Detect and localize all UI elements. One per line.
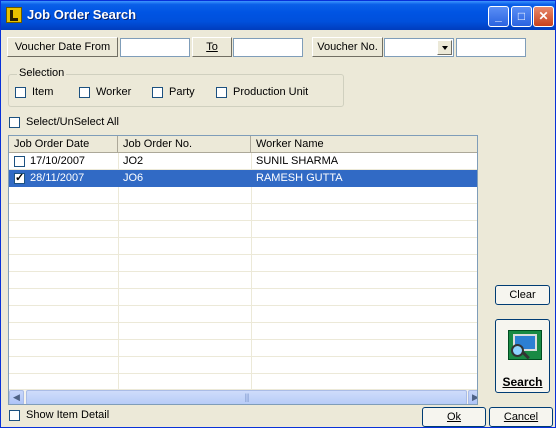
empty-row (9, 187, 477, 204)
job-order-grid[interactable]: Job Order Date Job Order No. Worker Name… (8, 135, 478, 405)
selection-party-label: Party (169, 86, 195, 98)
cell-worker-name: SUNIL SHARMA (256, 155, 339, 167)
date-from-input[interactable] (120, 38, 190, 57)
grid-header: Job Order Date Job Order No. Worker Name (9, 136, 477, 153)
close-button[interactable]: ✕ (533, 6, 554, 27)
empty-row (9, 272, 477, 289)
magnifier-icon (511, 344, 524, 357)
selection-worker-checkbox[interactable]: Worker (79, 86, 131, 98)
search-computer-icon (508, 330, 542, 360)
checkbox-icon (9, 116, 20, 128)
selection-worker-label: Worker (96, 86, 132, 98)
selection-item-checkbox[interactable]: Item (15, 86, 53, 98)
voucher-date-from-label: Voucher Date From (7, 37, 118, 57)
cell-job-order-no: JO2 (123, 155, 144, 167)
cell-job-order-no: JO6 (123, 172, 144, 184)
scroll-left-icon[interactable]: ◀ (9, 390, 24, 404)
selection-item-label: Item (32, 86, 54, 98)
checkbox-icon (79, 86, 90, 98)
voucher-no-combo[interactable] (384, 38, 454, 57)
app-icon (6, 7, 22, 23)
empty-row (9, 204, 477, 221)
empty-row (9, 323, 477, 340)
selection-group: Selection Item Worker Party Production U… (8, 67, 344, 107)
selection-party-checkbox[interactable]: Party (152, 86, 195, 98)
row-checkbox[interactable] (14, 156, 25, 167)
maximize-button[interactable]: □ (511, 6, 532, 27)
search-button[interactable]: Search (495, 319, 550, 393)
to-button[interactable]: To (192, 37, 232, 57)
checkbox-icon (152, 86, 163, 98)
empty-row (9, 340, 477, 357)
search-button-label: Search (502, 375, 543, 389)
clear-button[interactable]: Clear (495, 285, 550, 305)
chevron-down-icon[interactable] (437, 40, 452, 55)
scrollbar-thumb[interactable]: ||| (26, 390, 467, 404)
column-header-job-order-date[interactable]: Job Order Date (9, 136, 118, 153)
voucher-no-label: Voucher No. (312, 37, 383, 57)
column-header-worker-name[interactable]: Worker Name (251, 136, 477, 153)
cell-job-order-date: 28/11/2007 (30, 172, 85, 184)
window-title: Job Order Search (27, 7, 137, 22)
empty-row (9, 238, 477, 255)
selection-group-label: Selection (17, 67, 67, 79)
ok-button[interactable]: Ok (422, 407, 486, 427)
empty-row (9, 306, 477, 323)
cancel-button[interactable]: Cancel (489, 407, 553, 427)
selection-production-unit-label: Production Unit (233, 86, 309, 98)
checkbox-icon (9, 409, 20, 421)
checkbox-icon (216, 86, 227, 98)
row-checkbox-checked[interactable] (14, 171, 25, 184)
title-bar[interactable]: Job Order Search _ □ ✕ (1, 1, 555, 30)
column-header-job-order-no[interactable]: Job Order No. (118, 136, 251, 153)
horizontal-scrollbar[interactable]: ◀ ||| ▶ (9, 389, 477, 404)
table-row[interactable]: 17/10/2007 JO2 SUNIL SHARMA (9, 153, 477, 170)
selection-production-unit-checkbox[interactable]: Production Unit (216, 86, 308, 98)
cell-job-order-date: 17/10/2007 (30, 155, 86, 167)
minimize-button[interactable]: _ (488, 6, 509, 27)
empty-row (9, 255, 477, 272)
job-order-search-window: Job Order Search _ □ ✕ Voucher Date From… (0, 0, 556, 428)
empty-row (9, 289, 477, 306)
voucher-no-input[interactable] (456, 38, 526, 57)
table-row-selected[interactable]: 28/11/2007 JO6 RAMESH GUTTA (9, 170, 477, 187)
scroll-right-icon[interactable]: ▶ (468, 390, 477, 404)
select-unselect-all-label: Select/UnSelect All (26, 116, 119, 128)
checkbox-icon (15, 86, 26, 98)
select-unselect-all-checkbox[interactable]: Select/UnSelect All (9, 116, 119, 128)
empty-row (9, 357, 477, 374)
show-item-detail-checkbox[interactable]: Show Item Detail (9, 409, 109, 421)
cell-worker-name: RAMESH GUTTA (256, 172, 343, 184)
magnifier-handle (522, 351, 530, 360)
empty-row (9, 221, 477, 238)
date-to-input[interactable] (233, 38, 303, 57)
show-item-detail-label: Show Item Detail (26, 409, 110, 421)
